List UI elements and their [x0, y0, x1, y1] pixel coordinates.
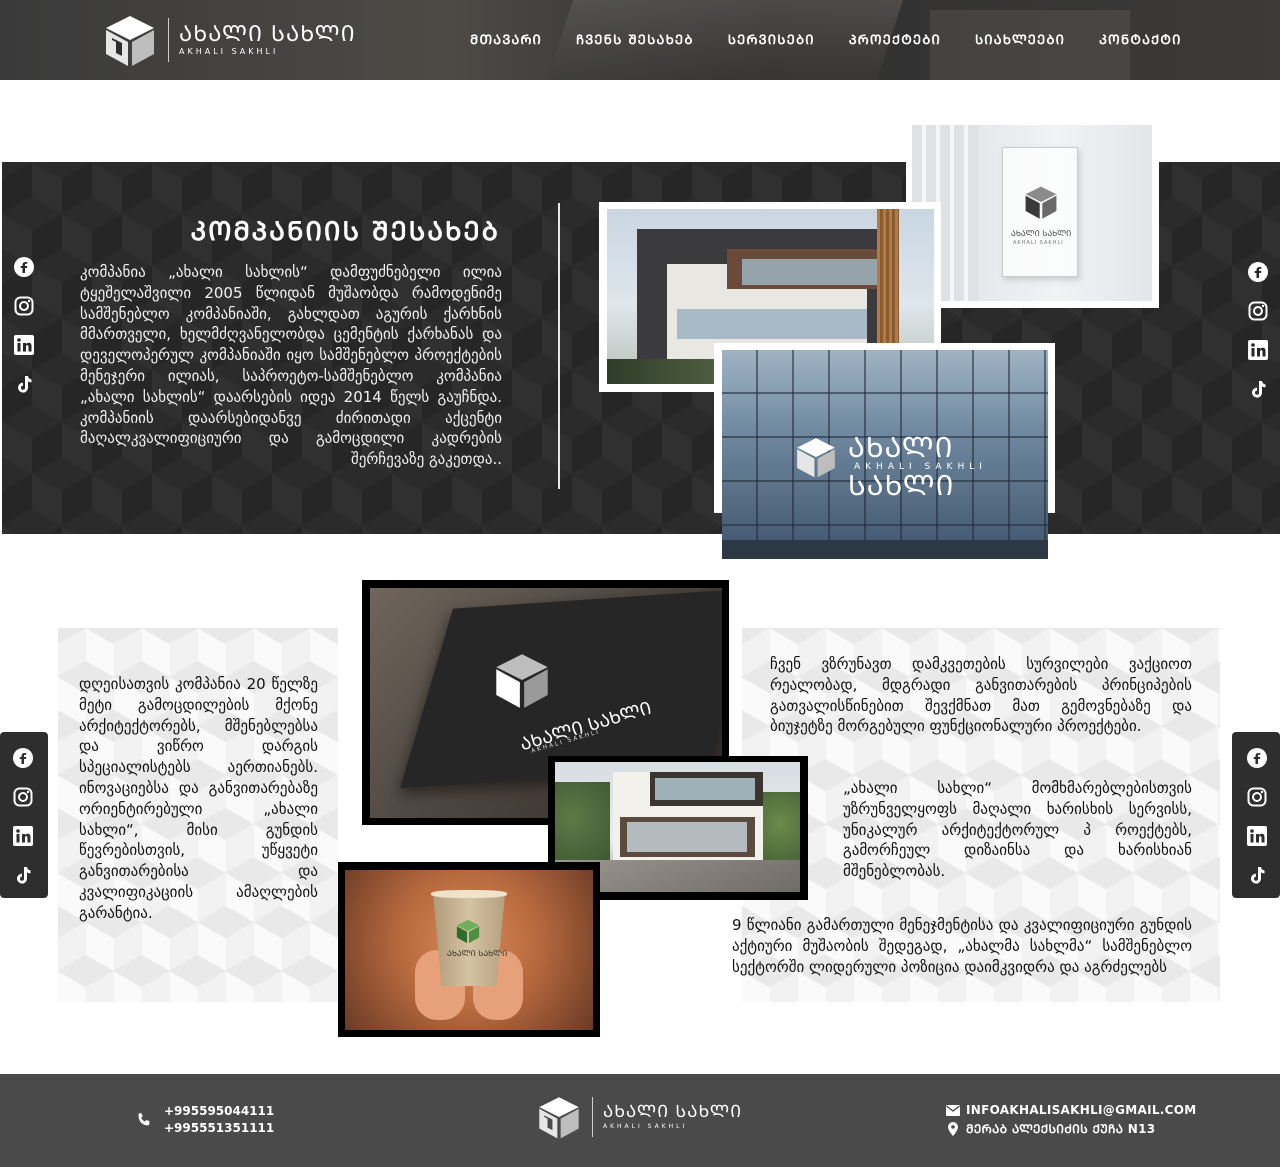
nav-item-projects[interactable]: ᲞᲠᲝᲔᲥᲢᲔᲑᲘ	[849, 30, 941, 48]
nav-item-home[interactable]: ᲛᲗᲐᲕᲐᲠᲘ	[470, 30, 542, 48]
section2-right-text-1: ჩვენ ვზრუნავთ დამკვეთების სურვილები ვაქც…	[770, 655, 1192, 736]
nav-item-news[interactable]: ᲡᲘᲐᲮᲚᲔᲔᲑᲘ	[975, 30, 1065, 48]
facebook-icon[interactable]	[1247, 262, 1269, 282]
footer-contact: INFOAKHALISAKHLI@GMAIL.COM ᲛᲔᲠᲐᲑ ᲐᲚᲔᲥᲡᲘᲫ…	[946, 1103, 1197, 1137]
main-nav: ᲛᲗᲐᲕᲐᲠᲘ ᲩᲕᲔᲜᲡ ᲨᲔᲡᲐᲮᲔᲑ ᲡᲔᲠᲕᲘᲡᲔᲑᲘ ᲞᲠᲝᲔᲥᲢᲔᲑ…	[470, 30, 1182, 48]
footer-logo-text: ᲐᲮᲐᲚᲘ ᲡᲐᲮᲚᲘ	[603, 1102, 743, 1122]
nav-item-services[interactable]: ᲡᲔᲠᲕᲘᲡᲔᲑᲘ	[728, 30, 815, 48]
nav-item-about[interactable]: ᲩᲕᲔᲜᲡ ᲨᲔᲡᲐᲮᲔᲑ	[576, 30, 694, 48]
linkedin-icon[interactable]	[1247, 340, 1269, 360]
logo-text: ᲐᲮᲐᲚᲘ ᲡᲐᲮᲚᲘ	[179, 22, 356, 47]
tiktok-icon[interactable]	[1246, 865, 1268, 885]
linkedin-icon[interactable]	[13, 335, 35, 355]
social-links-left-bottom	[12, 748, 34, 885]
instagram-icon[interactable]	[12, 787, 34, 807]
tiktok-icon[interactable]	[12, 865, 34, 885]
header-logo[interactable]: ᲐᲮᲐᲚᲘ ᲡᲐᲮᲚᲘ AKHALI SAKHLI	[102, 12, 356, 68]
footer-address: ᲛᲔᲠᲐᲑ ᲐᲚᲔᲥᲡᲘᲫᲘᲡ ᲥᲣᲩᲐ N13	[966, 1122, 1156, 1136]
map-pin-icon	[948, 1121, 958, 1136]
tiktok-icon[interactable]	[1247, 379, 1269, 399]
section2-right-text-2: „ახალი სახლი“ მომხმარებლებისთვის უზრუნვე…	[843, 779, 1192, 881]
footer-phone-2[interactable]: +995551351111	[164, 1120, 274, 1137]
cube-logo-icon	[1025, 186, 1057, 219]
instagram-icon[interactable]	[13, 296, 35, 316]
instagram-icon[interactable]	[1246, 787, 1268, 807]
sign-logo-text: ᲐᲮᲐᲚᲘ ᲡᲐᲮᲚᲘ	[1011, 229, 1072, 238]
footer-logo-separator	[592, 1097, 593, 1137]
sign-logo-subtext: AKHALI SAKHLI	[1013, 240, 1064, 246]
building-sign-subtext: AKHALI SAKHLI	[854, 462, 987, 472]
photo-glass-building: ᲐᲮᲐᲚᲘ ᲡᲐᲮᲚᲘ AKHALI SAKHLI	[722, 350, 1048, 559]
linkedin-icon[interactable]	[12, 826, 34, 846]
instagram-icon[interactable]	[1247, 301, 1269, 321]
photo-coffee-cup: ᲐᲮᲐᲚᲘ ᲡᲐᲮᲚᲘ	[345, 870, 593, 1030]
photo-wall-sign: ᲐᲮᲐᲚᲘ ᲡᲐᲮᲚᲘ AKHALI SAKHLI	[912, 125, 1152, 301]
facebook-icon[interactable]	[12, 748, 34, 768]
logo-separator	[168, 18, 169, 62]
cube-logo-icon	[797, 438, 835, 478]
about-title: ᲙᲝᲛᲞᲐᲜᲘᲘᲡ ᲨᲔᲡᲐᲮᲔᲑ	[190, 217, 500, 247]
section2-right-text-3: 9 წლიანი გამართული მენეჯმენტისა და კვალი…	[732, 916, 1192, 976]
phone-icon	[138, 1113, 150, 1126]
footer-phone-1[interactable]: +995595044111	[164, 1103, 274, 1120]
facebook-icon[interactable]	[13, 257, 35, 277]
footer-logo-subtext: AKHALI SAKHLI	[603, 1123, 688, 1130]
nav-item-contact[interactable]: ᲙᲝᲜᲢᲐᲥᲢᲘ	[1099, 30, 1181, 48]
cup-logo-text: ᲐᲮᲐᲚᲘ ᲡᲐᲮᲚᲘ	[447, 949, 508, 958]
footer-logo[interactable]: ᲐᲮᲐᲚᲘ ᲡᲐᲮᲚᲘ AKHALI SAKHLI	[536, 1094, 742, 1140]
about-text: კომპანია „ახალი სახლის“ დამფუძნებელი ილი…	[80, 263, 502, 469]
linkedin-icon[interactable]	[1246, 826, 1268, 846]
social-links-right-top	[1247, 262, 1269, 399]
cube-logo-icon	[106, 16, 154, 66]
cube-logo-icon	[456, 919, 480, 944]
footer-phones: +995595044111 +995551351111	[136, 1103, 274, 1137]
cube-logo-icon	[539, 1097, 579, 1139]
about-divider	[558, 203, 560, 489]
facebook-icon[interactable]	[1246, 748, 1268, 768]
social-links-right-bottom	[1246, 748, 1268, 885]
footer-email[interactable]: INFOAKHALISAKHLI@GMAIL.COM	[966, 1103, 1197, 1117]
tiktok-icon[interactable]	[13, 374, 35, 394]
section2-left-text: დღეისათვის კომპანია 20 წელზე მეტი გამოცდ…	[79, 675, 318, 922]
logo-subtext: AKHALI SAKHLI	[179, 47, 279, 56]
envelope-icon	[946, 1104, 960, 1116]
site-header: ᲐᲮᲐᲚᲘ ᲡᲐᲮᲚᲘ AKHALI SAKHLI ᲛᲗᲐᲕᲐᲠᲘ ᲩᲕᲔᲜᲡ …	[0, 0, 1280, 80]
cube-logo-icon	[496, 654, 548, 708]
social-links-left-top	[13, 257, 35, 394]
